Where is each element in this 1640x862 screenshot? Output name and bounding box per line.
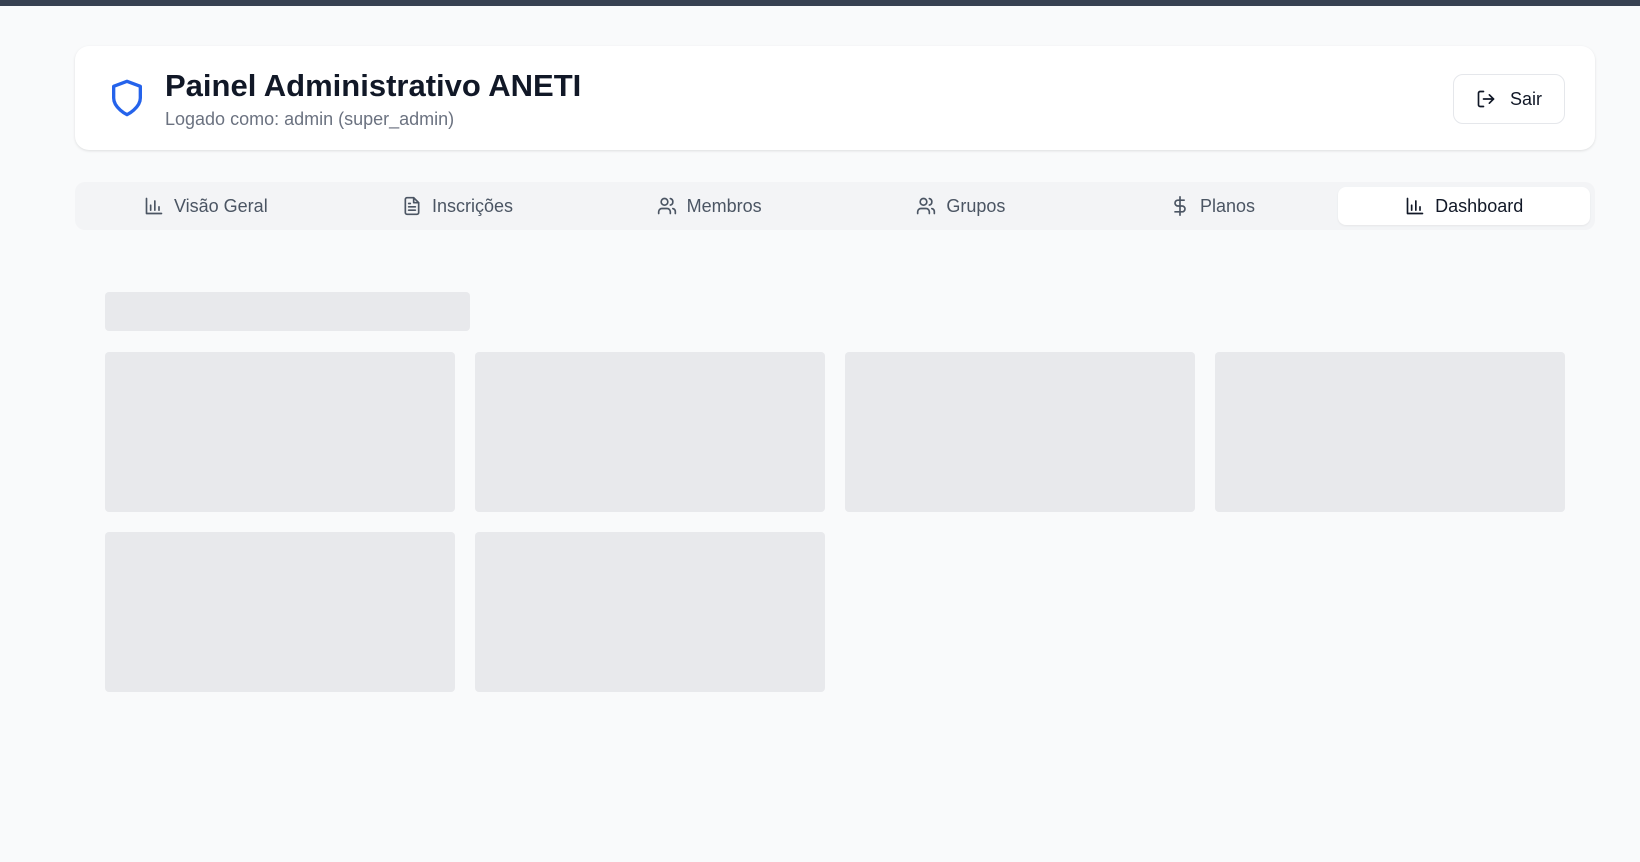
tab-inscricoes[interactable]: Inscrições <box>332 187 584 225</box>
tab-planos[interactable]: Planos <box>1087 187 1339 225</box>
dollar-sign-icon <box>1170 196 1190 216</box>
tab-label: Grupos <box>946 195 1006 216</box>
users-icon <box>657 196 677 216</box>
logout-button[interactable]: Sair <box>1453 74 1565 124</box>
logged-in-as: Logado como: admin (super_admin) <box>165 109 455 129</box>
skeleton-card <box>845 352 1195 512</box>
logout-icon <box>1476 89 1496 109</box>
bar-chart-icon <box>144 196 164 216</box>
tab-label: Inscrições <box>431 195 514 216</box>
tab-label: Planos <box>1200 195 1256 216</box>
skeleton-heading <box>105 292 470 331</box>
header-card: Painel Administrativo ANETI Logado como:… <box>75 46 1595 150</box>
file-text-icon <box>402 196 422 216</box>
skeleton-card <box>475 532 825 692</box>
users-icon <box>916 196 936 216</box>
shield-icon <box>107 78 147 118</box>
skeleton-card <box>105 352 455 512</box>
admin-page: Painel Administrativo ANETI Logado como:… <box>0 0 1640 862</box>
tab-bar: Visão Geral Inscrições Membros Grupos Pl… <box>75 182 1595 230</box>
bar-chart-icon <box>1405 196 1425 216</box>
page-title: Painel Administrativo ANETI <box>165 68 582 103</box>
logout-label: Sair <box>1509 88 1542 109</box>
skeleton-card <box>105 532 455 692</box>
skeleton-card <box>1215 352 1565 512</box>
tab-label: Membros <box>686 195 762 216</box>
skeleton-card <box>475 352 825 512</box>
tab-visao-geral[interactable]: Visão Geral <box>80 187 332 225</box>
tab-membros[interactable]: Membros <box>583 187 835 225</box>
tab-label: Visão Geral <box>173 195 268 216</box>
tab-label: Dashboard <box>1435 195 1524 216</box>
tab-grupos[interactable]: Grupos <box>835 187 1087 225</box>
tab-dashboard[interactable]: Dashboard <box>1338 187 1591 225</box>
